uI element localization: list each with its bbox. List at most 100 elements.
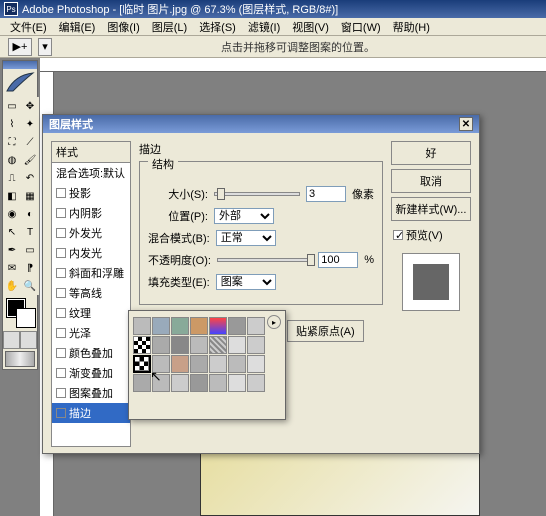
tool-zoom[interactable]: 🔍 [21,277,39,295]
pattern-swatch[interactable] [171,317,189,335]
pattern-swatch[interactable] [247,374,265,392]
tool-type[interactable]: T [21,223,39,241]
tool-history[interactable]: ↶ [21,169,39,187]
tool-wand[interactable]: ✦ [21,115,39,133]
menu-window[interactable]: 窗口(W) [335,19,387,35]
tool-eraser[interactable]: ◧ [3,187,21,205]
quickmask-mode-icon[interactable] [20,331,37,349]
style-item-texture[interactable]: 纹理 [52,303,130,323]
pattern-swatch[interactable] [247,336,265,354]
pattern-swatch[interactable] [133,317,151,335]
style-item-satin[interactable]: 光泽 [52,323,130,343]
position-label: 位置(P): [148,208,208,224]
style-item-gradientoverlay[interactable]: 渐变叠加 [52,363,130,383]
style-item-coloroverlay[interactable]: 颜色叠加 [52,343,130,363]
style-item-bevel[interactable]: 斜面和浮雕 [52,263,130,283]
tool-slice[interactable]: ⟋ [21,133,39,151]
pattern-swatch[interactable] [190,374,208,392]
cancel-button[interactable]: 取消 [391,169,471,193]
snap-origin-button[interactable]: 贴紧原点(A) [287,320,364,342]
pattern-swatch[interactable] [228,355,246,373]
pattern-swatch[interactable] [247,317,265,335]
options-toggle-icon[interactable]: ▾ [38,38,52,56]
menu-filter[interactable]: 滤镜(I) [242,19,286,35]
filltype-select[interactable]: 图案 [216,274,276,290]
pattern-picker-menu-icon[interactable]: ▸ [267,315,281,329]
toolbox-screenmode[interactable] [5,351,35,367]
tool-stamp[interactable]: ⎍ [3,169,21,187]
pattern-swatch[interactable] [171,355,189,373]
opacity-input[interactable] [318,252,358,268]
menu-view[interactable]: 视图(V) [286,19,335,35]
tool-notes[interactable]: ✉ [3,259,21,277]
dialog-titlebar[interactable]: 图层样式 ✕ [43,115,479,133]
tool-move[interactable]: ✥ [21,97,39,115]
pattern-swatch[interactable] [190,355,208,373]
pattern-swatch[interactable] [228,336,246,354]
menu-layer[interactable]: 图层(L) [146,19,193,35]
pattern-swatch[interactable] [171,374,189,392]
style-item-dropshadow[interactable]: 投影 [52,183,130,203]
tool-eyedrop[interactable]: ⁋ [21,259,39,277]
style-item-stroke[interactable]: 描边 [52,403,130,423]
opacity-slider[interactable] [217,258,312,262]
tool-hand[interactable]: ✋ [3,277,21,295]
pattern-swatch[interactable] [152,317,170,335]
tool-lasso[interactable]: ⌇ [3,115,21,133]
tool-heal[interactable]: ◍ [3,151,21,169]
pattern-swatch[interactable] [171,336,189,354]
pattern-swatch[interactable] [209,336,227,354]
app-titlebar: Ps Adobe Photoshop - [临时 图片.jpg @ 67.3% … [0,0,546,18]
toolbox-colors [3,295,37,331]
pattern-swatch[interactable] [228,374,246,392]
size-input[interactable] [306,186,346,202]
tool-shape[interactable]: ▭ [21,241,39,259]
standard-mode-icon[interactable] [3,331,20,349]
pattern-swatch[interactable] [133,336,151,354]
blendmode-select[interactable]: 正常 [216,230,276,246]
tool-marquee[interactable]: ▭ [3,97,21,115]
position-select[interactable]: 外部 [214,208,274,224]
toolbox-header[interactable] [3,61,37,69]
move-tool-icon[interactable]: ▶+ [8,38,32,56]
menu-file[interactable]: 文件(E) [4,19,53,35]
menu-help[interactable]: 帮助(H) [387,19,436,35]
tool-crop[interactable]: ⛶ [3,133,21,151]
menu-image[interactable]: 图像(I) [101,19,145,35]
ok-button[interactable]: 好 [391,141,471,165]
toolbox: ▭ ✥ ⌇ ✦ ⛶ ⟋ ◍ 🖌 ⎍ ↶ ◧ ▦ ◉ ◐ ↖ T ✒ ▭ ✉ ⁋ … [2,60,38,370]
tool-gradient[interactable]: ▦ [21,187,39,205]
pattern-swatch[interactable] [133,374,151,392]
tool-brush[interactable]: 🖌 [21,151,39,169]
size-slider[interactable] [214,192,300,196]
style-item-patternoverlay[interactable]: 图案叠加 [52,383,130,403]
pattern-swatch[interactable] [152,336,170,354]
toolbox-editmode [3,331,37,349]
style-item-innershadow[interactable]: 内阴影 [52,203,130,223]
close-icon[interactable]: ✕ [459,117,473,131]
tool-dodge[interactable]: ◐ [21,205,39,223]
pattern-swatch[interactable] [209,317,227,335]
size-label: 大小(S): [148,186,208,202]
style-blend-defaults[interactable]: 混合选项:默认 [52,163,130,183]
pattern-swatch[interactable] [190,336,208,354]
pattern-swatch[interactable] [190,317,208,335]
pattern-swatch-selected[interactable] [133,355,151,373]
background-color[interactable] [17,309,35,327]
style-item-contour[interactable]: 等高线 [52,283,130,303]
tool-path[interactable]: ↖ [3,223,21,241]
newstyle-button[interactable]: 新建样式(W)... [391,197,471,221]
preview-checkbox[interactable]: ✓ 预览(V) [391,225,471,245]
pattern-swatch[interactable] [247,355,265,373]
style-item-innerglow[interactable]: 内发光 [52,243,130,263]
menu-edit[interactable]: 编辑(E) [53,19,102,35]
pattern-swatch[interactable] [209,374,227,392]
options-hint: 点击并拖移可调整图案的位置。 [58,39,538,55]
menu-select[interactable]: 选择(S) [193,19,242,35]
tool-pen[interactable]: ✒ [3,241,21,259]
toolbox-logo [3,69,37,97]
style-item-outerglow[interactable]: 外发光 [52,223,130,243]
pattern-swatch[interactable] [209,355,227,373]
pattern-swatch[interactable] [228,317,246,335]
tool-blur[interactable]: ◉ [3,205,21,223]
